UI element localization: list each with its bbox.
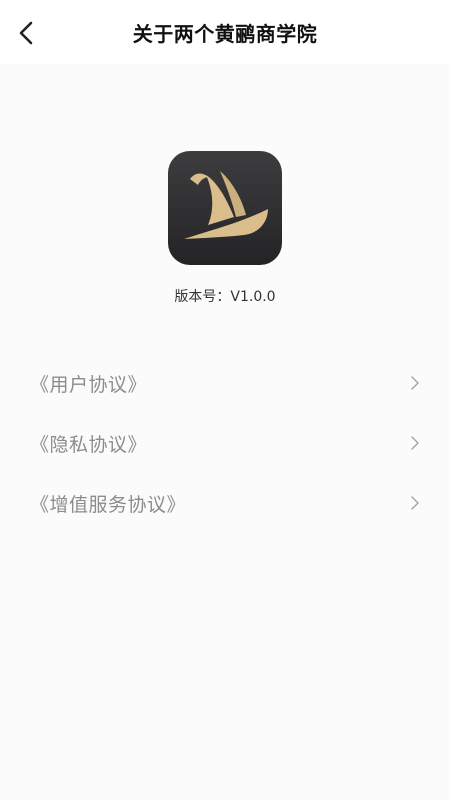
menu-item-value-added-service-agreement[interactable]: 《增值服务协议》 — [0, 473, 450, 533]
menu-item-label: 《增值服务协议》 — [30, 494, 187, 516]
version-info: 版本号：V1.0.0 — [0, 286, 450, 306]
menu-item-label: 《隐私协议》 — [30, 434, 148, 456]
menu-item-user-agreement[interactable]: 《用户协议》 — [0, 353, 450, 413]
chevron-right-icon — [411, 376, 419, 390]
agreement-list: 《用户协议》 《隐私协议》 《增值服务协议》 — [0, 353, 450, 533]
app-logo — [168, 151, 282, 265]
chevron-right-icon — [411, 436, 419, 450]
chevron-right-icon — [411, 496, 419, 510]
version-value: V1.0.0 — [230, 289, 276, 305]
about-screen: 关于两个黄鹂商学院 版本号：V1.0.0 《用户协议》 《隐私协议》 《增值服务… — [0, 0, 450, 800]
page-title: 关于两个黄鹂商学院 — [132, 22, 318, 46]
version-label: 版本号： — [174, 289, 231, 305]
menu-item-label: 《用户协议》 — [30, 374, 148, 396]
menu-item-privacy-agreement[interactable]: 《隐私协议》 — [0, 413, 450, 473]
nav-bar: 关于两个黄鹂商学院 — [0, 0, 450, 64]
sailboat-logo-icon — [184, 171, 268, 239]
